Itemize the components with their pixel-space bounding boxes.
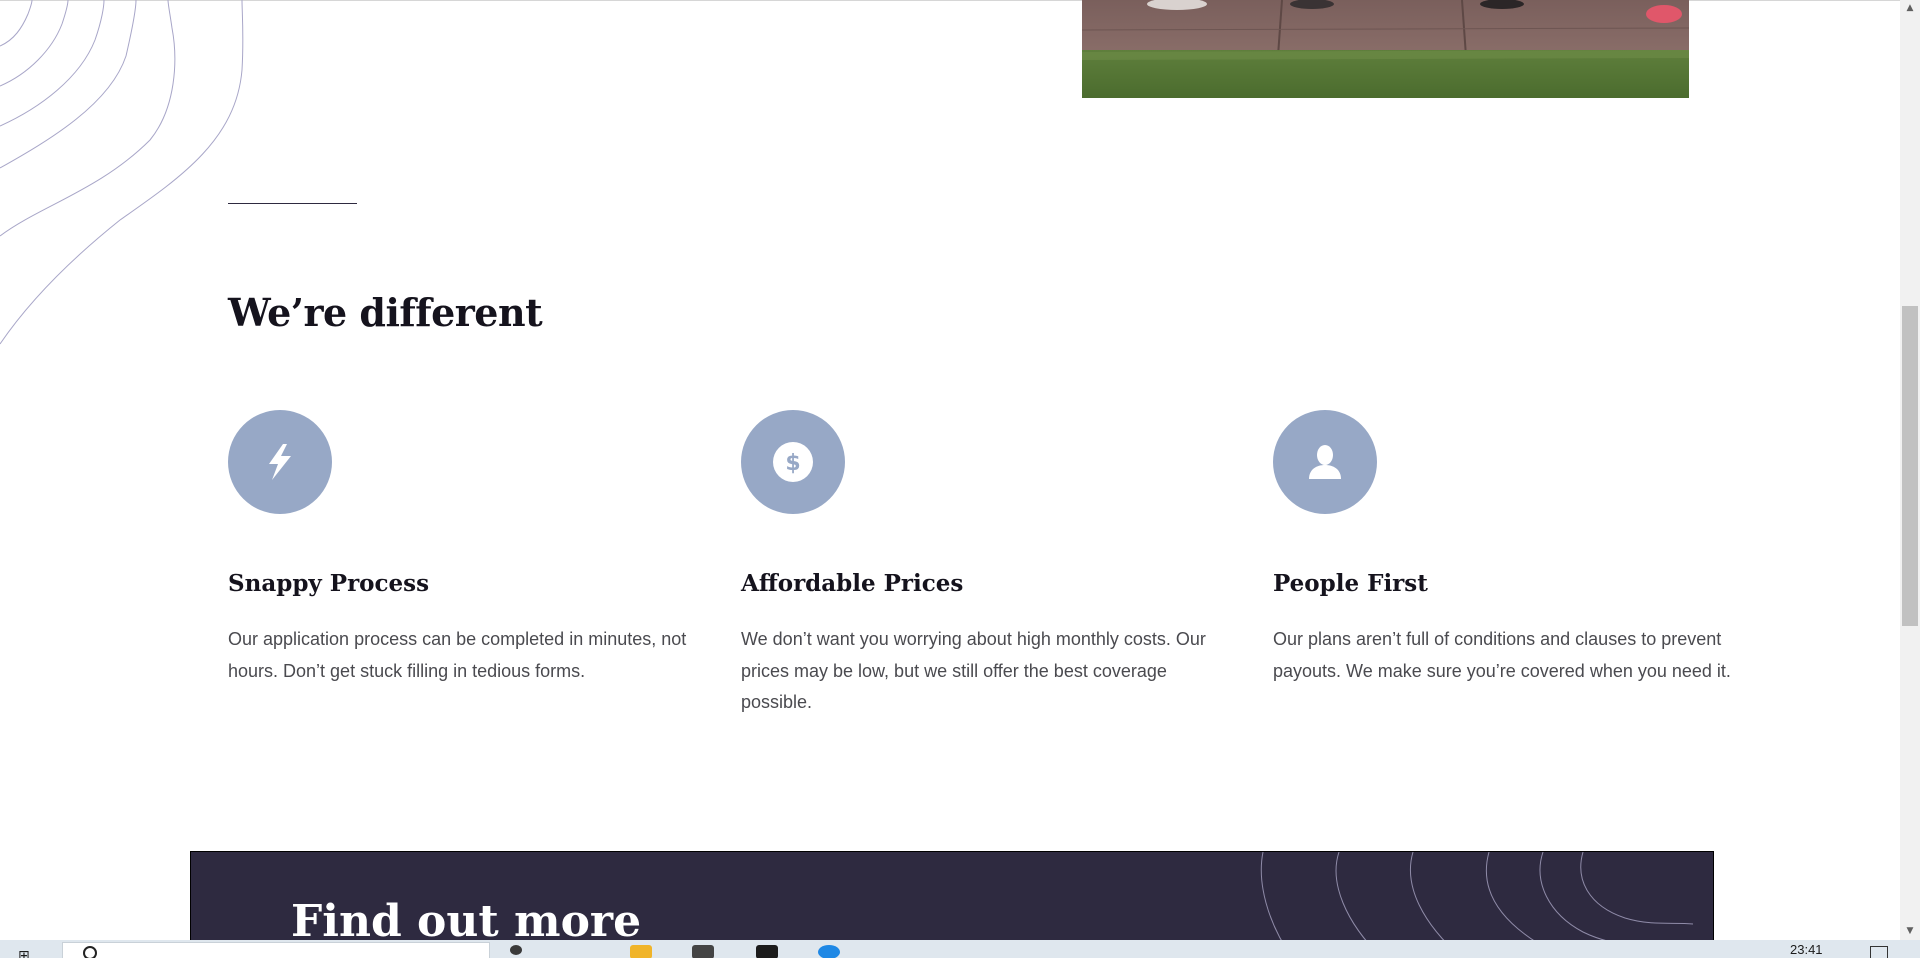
scroll-down-arrow-icon[interactable]: ▼: [1900, 923, 1920, 940]
store-icon[interactable]: [692, 945, 714, 958]
file-explorer-icon[interactable]: [630, 945, 652, 958]
taskbar: ⊞ 23:41: [0, 940, 1920, 958]
app-icon[interactable]: [756, 945, 778, 958]
feature-icon-circle: [1273, 410, 1377, 514]
notification-icon[interactable]: [1870, 946, 1888, 958]
lightning-bolt-icon: [269, 444, 291, 480]
page-scrollbar[interactable]: ▲ ▼: [1900, 0, 1920, 940]
feature-icon-circle: $: [741, 410, 845, 514]
hero-photo: [1082, 0, 1689, 98]
section-title: We’re different: [228, 290, 543, 335]
feature-affordable-prices: $ Affordable Prices We don’t want you wo…: [741, 410, 1206, 712]
feature-title: Affordable Prices: [741, 570, 964, 597]
search-icon: [83, 946, 97, 958]
taskbar-search-input[interactable]: [62, 942, 490, 958]
feature-title: People First: [1273, 570, 1428, 597]
windows-start-icon[interactable]: ⊞: [18, 948, 42, 958]
user-icon: [1309, 445, 1341, 479]
decorative-contour-lines: [0, 0, 244, 345]
section-divider: [228, 203, 357, 204]
dollar-coin-icon: $: [773, 442, 813, 482]
scrollbar-thumb[interactable]: [1902, 306, 1918, 626]
feature-icon-circle: [228, 410, 332, 514]
feature-snappy-process: Snappy Process Our application process c…: [228, 410, 686, 681]
feature-description: Our plans aren’t full of conditions and …: [1273, 629, 1731, 681]
feature-description: Our application process can be completed…: [228, 629, 687, 681]
taskbar-clock[interactable]: 23:41: [1790, 942, 1823, 957]
svg-text:$: $: [785, 451, 800, 476]
feature-people-first: People First Our plans aren’t full of co…: [1273, 410, 1731, 681]
browser-icon[interactable]: [818, 945, 840, 958]
scroll-up-arrow-icon[interactable]: ▲: [1900, 0, 1920, 17]
feature-description: We don’t want you worrying about high mo…: [741, 629, 1206, 712]
task-view-icon[interactable]: [510, 945, 522, 955]
photo-image: [1082, 0, 1689, 98]
feature-title: Snappy Process: [228, 570, 430, 597]
page-viewport: We’re different Snappy Process Our appli…: [0, 0, 1920, 958]
